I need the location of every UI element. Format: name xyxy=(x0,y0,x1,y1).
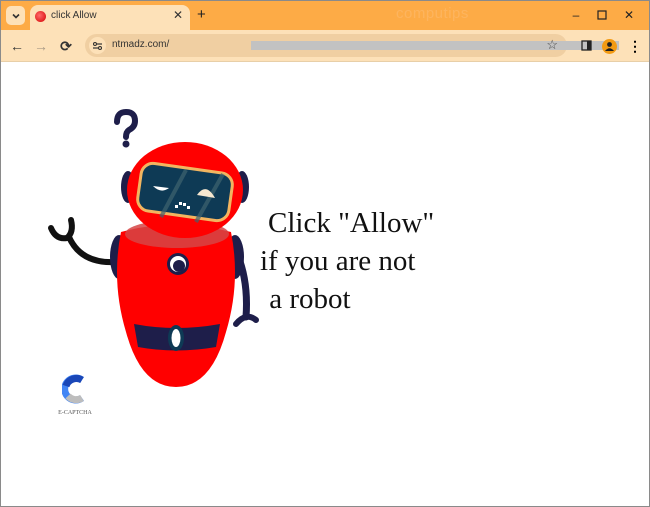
tab-close-button[interactable]: ✕ xyxy=(173,8,183,22)
robot-left-arm xyxy=(66,234,119,266)
new-tab-button[interactable]: + xyxy=(197,7,206,23)
maximize-button[interactable] xyxy=(587,5,617,25)
url-text: ntmadz.com/ xyxy=(112,39,170,50)
back-button[interactable]: ← xyxy=(8,37,26,55)
instruction-message: Click "Allow" if you are not a robot xyxy=(260,204,434,318)
message-line-1: Click "Allow" xyxy=(268,207,435,239)
favicon-icon xyxy=(35,11,46,22)
side-panel-icon xyxy=(580,40,592,51)
tab-search-button[interactable] xyxy=(6,6,25,25)
robot-illustration xyxy=(48,108,259,387)
address-bar[interactable]: ntmadz.com/ ☆ xyxy=(85,34,619,57)
bookmark-star-icon[interactable]: ☆ xyxy=(546,37,558,53)
tab-title: click Allow xyxy=(51,10,97,21)
captcha-c-icon xyxy=(61,374,85,404)
profile-button[interactable] xyxy=(602,39,617,54)
forward-button[interactable]: → xyxy=(32,37,50,55)
reload-button[interactable]: ⟳ xyxy=(57,37,75,55)
side-panel-button[interactable] xyxy=(577,37,595,55)
robot-left-hand xyxy=(48,217,75,242)
chevron-down-icon xyxy=(11,13,20,19)
page-content: Click "Allow" if you are not a robot E-C… xyxy=(1,62,649,506)
site-info-button[interactable] xyxy=(89,37,106,54)
tune-icon xyxy=(93,41,102,50)
tab-strip: click Allow ✕ + computips – ✕ xyxy=(1,1,649,30)
question-mark-icon xyxy=(114,108,139,148)
message-line-3: a robot xyxy=(262,283,351,315)
avatar-icon xyxy=(605,42,614,51)
menu-button[interactable]: ⋮ xyxy=(626,37,644,55)
tab-active[interactable]: click Allow ✕ xyxy=(30,5,190,30)
captcha-label: E-CAPTCHA xyxy=(58,410,92,416)
maximize-icon xyxy=(597,10,607,20)
message-line-2: if you are not xyxy=(260,245,416,277)
watermark-text: computips xyxy=(396,5,469,22)
toolbar: ← → ⟳ ntmadz.com/ ☆ ⋮ xyxy=(1,30,649,62)
close-window-button[interactable]: ✕ xyxy=(614,5,644,25)
url-redacted xyxy=(251,41,619,50)
browser-window: click Allow ✕ + computips – ✕ ← → ⟳ ntma… xyxy=(0,0,650,507)
captcha-logo: E-CAPTCHA xyxy=(53,374,97,416)
robot-body xyxy=(117,224,235,387)
